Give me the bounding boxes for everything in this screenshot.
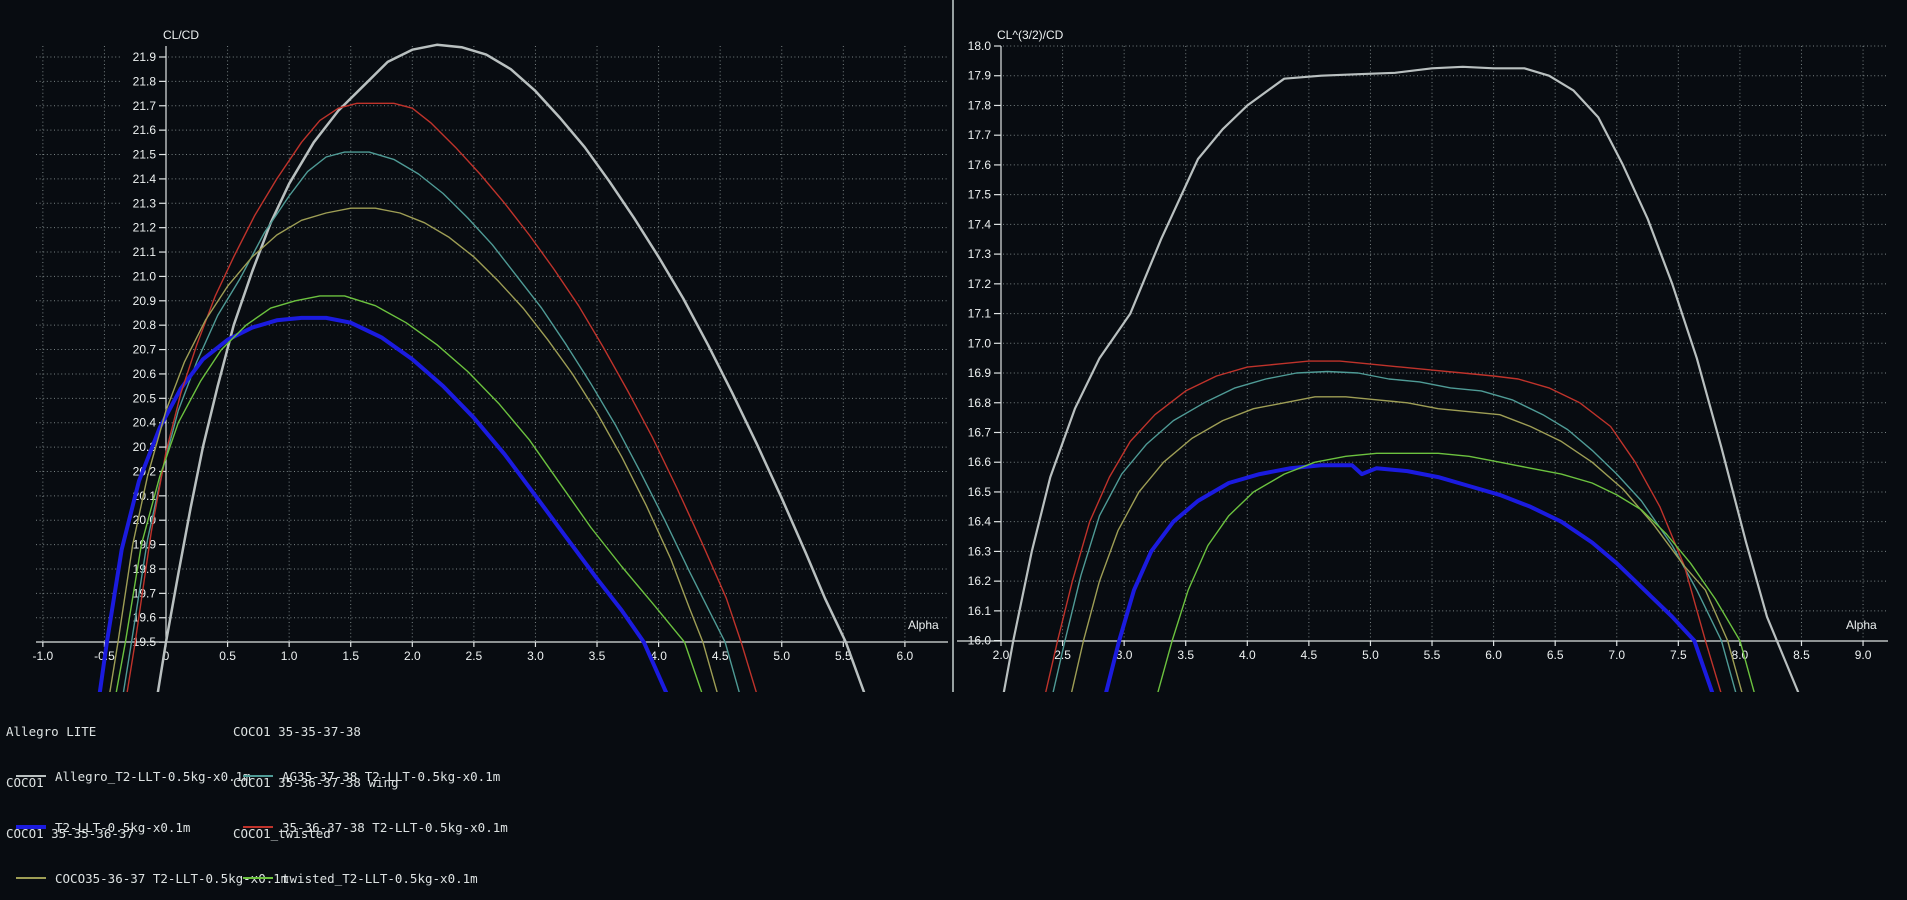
polar-view: { "app": { "background": "#080c11", "div… bbox=[0, 0, 1907, 842]
x-tick-label: 4.5 bbox=[1301, 648, 1318, 662]
curve-COCO35-36-37 T2-LLT-0.5kg-x0.1m bbox=[1071, 397, 1742, 694]
curve-AG35-37-38 T2-LLT-0.5kg-x0.1m bbox=[122, 152, 743, 703]
x-tick-label: 3.5 bbox=[1177, 648, 1194, 662]
y-tick-label: 16.1 bbox=[968, 604, 992, 618]
x-tick-label: 2.0 bbox=[404, 649, 421, 663]
y-tick-label: 17.8 bbox=[968, 98, 992, 112]
plane-name: Allegro LITE bbox=[6, 725, 251, 739]
y-tick-label: 16.6 bbox=[968, 455, 992, 469]
x-tick-label: 4.5 bbox=[712, 649, 729, 663]
y-tick-label: 17.4 bbox=[968, 217, 992, 231]
curve-35-36-37-38 T2-LLT-0.5kg-x0.1m bbox=[1045, 361, 1721, 694]
x-tick-label: 2.0 bbox=[993, 648, 1010, 662]
y-tick-label: 21.2 bbox=[133, 221, 157, 235]
x-tick-label: 2.5 bbox=[466, 649, 483, 663]
x-tick-label: 4.0 bbox=[1239, 648, 1256, 662]
left-x-axis-label: Alpha bbox=[908, 618, 939, 632]
x-tick-label: 6.0 bbox=[897, 649, 914, 663]
y-tick-label: 17.2 bbox=[968, 277, 992, 291]
y-tick-label: 16.4 bbox=[968, 515, 992, 529]
y-tick-label: 16.2 bbox=[968, 574, 992, 588]
left-chart-title: CL/CD bbox=[163, 28, 199, 42]
x-tick-label: 7.5 bbox=[1670, 648, 1687, 662]
right-x-axis-label: Alpha bbox=[1846, 618, 1877, 632]
y-tick-label: 21.3 bbox=[133, 196, 157, 210]
right-chart-title: CL^(3/2)/CD bbox=[997, 28, 1063, 42]
plane-name: COCO1 bbox=[6, 776, 190, 790]
y-tick-label: 16.7 bbox=[968, 425, 992, 439]
y-tick-label: 17.5 bbox=[968, 188, 992, 202]
y-tick-label: 18.0 bbox=[968, 39, 992, 53]
curve-Allegro_T2-LLT-0.5kg-x0.1m bbox=[156, 45, 868, 703]
x-tick-label: 3.5 bbox=[589, 649, 606, 663]
y-tick-label: 20.5 bbox=[133, 391, 157, 405]
y-tick-label: 21.1 bbox=[133, 245, 157, 259]
panel-divider bbox=[952, 0, 954, 692]
x-tick-label: 5.0 bbox=[1362, 648, 1379, 662]
plane-name: COCO1_twisted bbox=[233, 827, 478, 841]
y-tick-label: 20.9 bbox=[133, 294, 157, 308]
y-tick-label: 21.4 bbox=[133, 172, 157, 186]
chart-cl-over-cd[interactable]: 21.9 21.8 21.7 21.6 21.5 21.4 21.3 21.2 21.1 21.0… bbox=[33, 45, 948, 703]
curve-AG35-37-38 T2-LLT-0.5kg-x0.1m bbox=[1053, 372, 1737, 695]
x-tick-label: 3.0 bbox=[527, 649, 544, 663]
x-tick-label: -1.0 bbox=[33, 649, 54, 663]
y-tick-label: 17.9 bbox=[968, 69, 992, 83]
x-tick-label: 5.0 bbox=[773, 649, 790, 663]
x-tick-label: 8.0 bbox=[1732, 648, 1749, 662]
plane-name: COCO1 35-36-37-38 wing bbox=[233, 776, 508, 790]
y-tick-label: 17.1 bbox=[968, 307, 992, 321]
y-tick-label: 21.5 bbox=[133, 148, 157, 162]
x-tick-label: 1.0 bbox=[281, 649, 298, 663]
y-tick-label: 21.8 bbox=[133, 74, 157, 88]
x-tick-label: 6.0 bbox=[1485, 648, 1502, 662]
legend-entry-coco1-twisted: COCO1_twisted twisted_T2-LLT-0.5kg-x0.1m bbox=[233, 799, 478, 900]
x-tick-label: 7.0 bbox=[1608, 648, 1625, 662]
y-tick-label: 21.9 bbox=[133, 50, 157, 64]
legend-line-swatch bbox=[243, 877, 273, 879]
plane-name: COCO1 35-35-37-38 bbox=[233, 725, 500, 739]
y-tick-label: 21.6 bbox=[133, 123, 157, 137]
y-tick-label: 19.7 bbox=[133, 586, 157, 600]
y-tick-label: 20.6 bbox=[133, 367, 157, 381]
x-tick-label: 8.5 bbox=[1793, 648, 1810, 662]
y-tick-label: 19.9 bbox=[133, 538, 157, 552]
y-tick-label: 21.0 bbox=[133, 269, 157, 283]
y-tick-label: 16.5 bbox=[968, 485, 992, 499]
y-tick-label: 21.7 bbox=[133, 99, 157, 113]
chart-cl32-over-cd[interactable]: 18.0 17.9 17.8 17.7 17.6 17.5 17.4 17.3 17.2 17.1… bbox=[957, 39, 1888, 694]
x-tick-label: 5.5 bbox=[1424, 648, 1441, 662]
y-tick-label: 17.7 bbox=[968, 128, 992, 142]
y-tick-label: 16.3 bbox=[968, 544, 992, 558]
x-tick-label: 1.5 bbox=[342, 649, 359, 663]
y-tick-label: 17.3 bbox=[968, 247, 992, 261]
y-tick-label: 17.6 bbox=[968, 158, 992, 172]
x-tick-label: 6.5 bbox=[1547, 648, 1564, 662]
y-tick-label: 20.7 bbox=[133, 343, 157, 357]
x-tick-label: 9.0 bbox=[1855, 648, 1872, 662]
y-tick-label: 16.9 bbox=[968, 366, 992, 380]
y-tick-label: 16.8 bbox=[968, 396, 992, 410]
y-tick-label: 20.8 bbox=[133, 318, 157, 332]
polar-name: twisted_T2-LLT-0.5kg-x0.1m bbox=[282, 871, 478, 886]
legend-line-swatch bbox=[16, 877, 46, 879]
x-tick-label: 0.5 bbox=[219, 649, 236, 663]
y-tick-label: 17.0 bbox=[968, 336, 992, 350]
y-tick-label: 20.4 bbox=[133, 416, 157, 430]
